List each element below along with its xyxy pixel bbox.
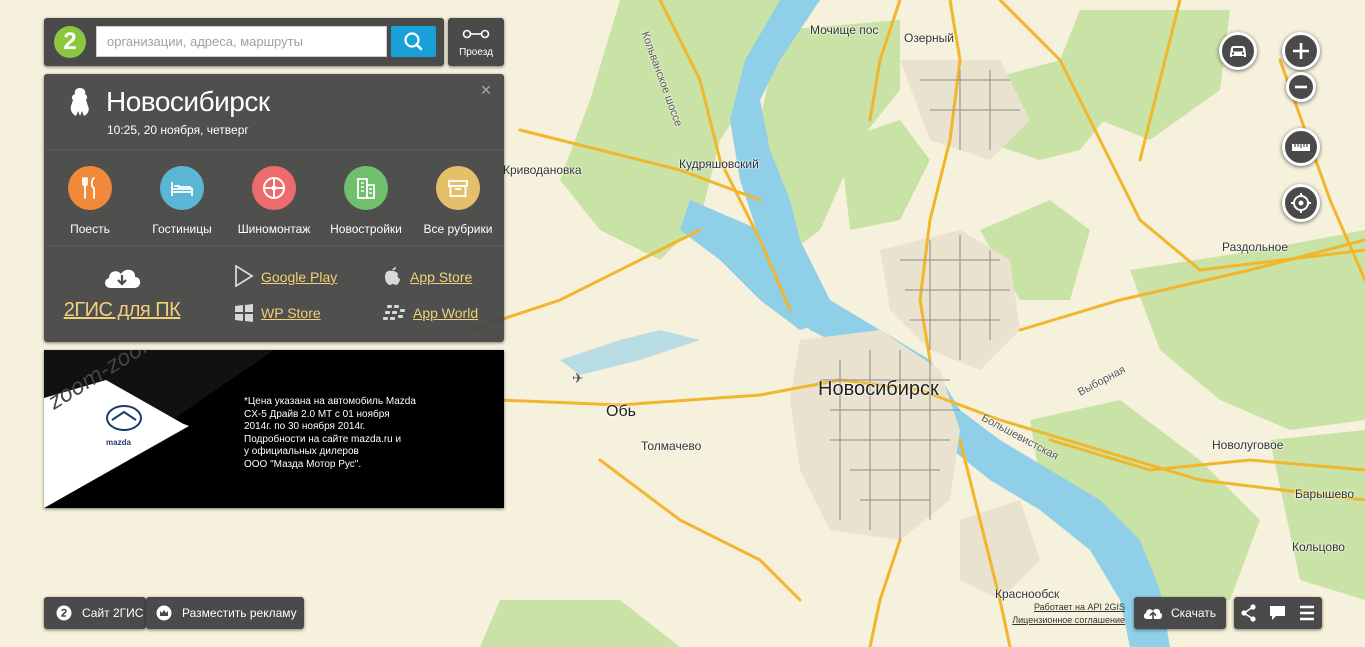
panel-divider-2 [44, 245, 504, 246]
plus-icon [1293, 43, 1309, 59]
search-button[interactable] [391, 26, 436, 57]
license-link[interactable]: Лицензионное соглашение [1012, 615, 1125, 625]
map-label-krivodanovka[interactable]: Криводановка [503, 163, 582, 177]
app-store-link[interactable]: App Store [410, 269, 472, 285]
ruler-button[interactable] [1282, 128, 1320, 166]
category-eat[interactable]: Поесть [44, 166, 136, 236]
map-label-tolmachevo[interactable]: Толмачево [641, 439, 701, 453]
ruler-icon [1292, 144, 1310, 151]
bed-icon [160, 166, 204, 210]
category-newbuildings[interactable]: Новостройки [320, 166, 412, 236]
category-hotels-label: Гостиницы [152, 222, 212, 236]
category-hotels[interactable]: Гостиницы [136, 166, 228, 236]
toolbar-group [1234, 597, 1322, 629]
mazda-ad-banner[interactable]: zoom-zoom mazda *Цена указана на автомоб… [44, 350, 504, 508]
windows-icon [235, 304, 253, 322]
category-eat-label: Поесть [70, 222, 110, 236]
map-label-novolugovoe[interactable]: Новолуговое [1212, 438, 1283, 452]
building-icon [344, 166, 388, 210]
map-label-baryshevo[interactable]: Барышево [1295, 487, 1354, 501]
fork-knife-icon [68, 166, 112, 210]
2gis-small-icon [56, 605, 72, 621]
google-play-link[interactable]: Google Play [261, 269, 337, 285]
city-crest-icon [70, 88, 89, 116]
download-pc-label: 2ГИС для ПК [63, 299, 181, 321]
advertise-label: Разместить рекламу [182, 606, 297, 620]
site-2gis-button[interactable]: Сайт 2ГИС [44, 597, 146, 629]
route-button[interactable]: Проезд [448, 18, 504, 66]
wheel-icon [252, 166, 296, 210]
traffic-button[interactable] [1219, 32, 1257, 70]
cloud-download-icon [105, 269, 141, 288]
crosshair-icon [1291, 193, 1311, 213]
route-label: Проезд [459, 47, 493, 58]
map-label-city[interactable]: Новосибирск [818, 378, 939, 401]
zoom-out-button[interactable] [1286, 72, 1316, 102]
map-label-kudryashovsky[interactable]: Кудряшовский [679, 157, 759, 171]
app-world-link[interactable]: App World [413, 305, 478, 321]
feedback-button[interactable] [1263, 597, 1292, 629]
category-newbuildings-label: Новостройки [330, 222, 402, 236]
map-label-koltsovo[interactable]: Кольцово [1292, 540, 1345, 554]
city-name: Новосибирск [106, 86, 270, 117]
share-icon [1241, 604, 1256, 622]
airport-icon: ✈ [572, 371, 584, 387]
search-icon [404, 32, 423, 51]
hamburger-icon [1300, 605, 1314, 621]
blackberry-icon [383, 305, 405, 320]
google-play-icon [235, 265, 254, 287]
category-all[interactable]: Все рубрики [412, 166, 504, 236]
zoom-in-button[interactable] [1282, 32, 1320, 70]
map-label-razdolnoe[interactable]: Раздольное [1222, 240, 1288, 254]
ad-text: *Цена указана на автомобиль Mazda CX-5 Д… [244, 396, 416, 470]
city-datetime: 10:25, 20 ноября, четверг [107, 123, 249, 137]
mazda-brand: mazda [106, 438, 131, 447]
download-button[interactable]: Скачать [1134, 597, 1226, 629]
apple-icon [385, 267, 400, 285]
close-icon[interactable]: × [478, 81, 494, 99]
search-input[interactable] [96, 26, 387, 57]
box-icon [436, 166, 480, 210]
map-label-ob[interactable]: Обь [606, 403, 636, 421]
search-bar: 2 [44, 18, 444, 66]
api-attribution-link[interactable]: Работает на API 2GIS [1034, 602, 1125, 612]
crown-icon [156, 605, 172, 621]
category-tires[interactable]: Шиномонтаж [228, 166, 320, 236]
share-button[interactable] [1234, 597, 1263, 629]
map-label-mochische[interactable]: Мочище пос [810, 23, 878, 37]
site-2gis-label: Сайт 2ГИС [82, 606, 144, 620]
download-label: Скачать [1171, 606, 1216, 620]
minus-icon [1295, 85, 1307, 89]
map-label-ozerny[interactable]: Озерный [904, 31, 954, 45]
category-all-label: Все рубрики [423, 222, 493, 236]
download-pc-link[interactable]: 2ГИС для ПК [62, 264, 182, 322]
cloud-upload-icon [1143, 608, 1162, 619]
chat-icon [1270, 606, 1285, 620]
2gis-logo[interactable]: 2 [54, 26, 86, 58]
advertise-button[interactable]: Разместить рекламу [146, 597, 304, 629]
car-icon [1230, 46, 1246, 57]
wp-store-link[interactable]: WP Store [261, 305, 321, 321]
map-label-krasnoobsk[interactable]: Краснообск [995, 587, 1059, 601]
city-panel: Новосибирск 10:25, 20 ноября, четверг × … [44, 74, 504, 342]
locate-button[interactable] [1282, 184, 1320, 222]
category-tires-label: Шиномонтаж [237, 222, 311, 236]
menu-button[interactable] [1292, 597, 1321, 629]
route-icon [462, 29, 490, 39]
panel-divider [44, 149, 504, 150]
